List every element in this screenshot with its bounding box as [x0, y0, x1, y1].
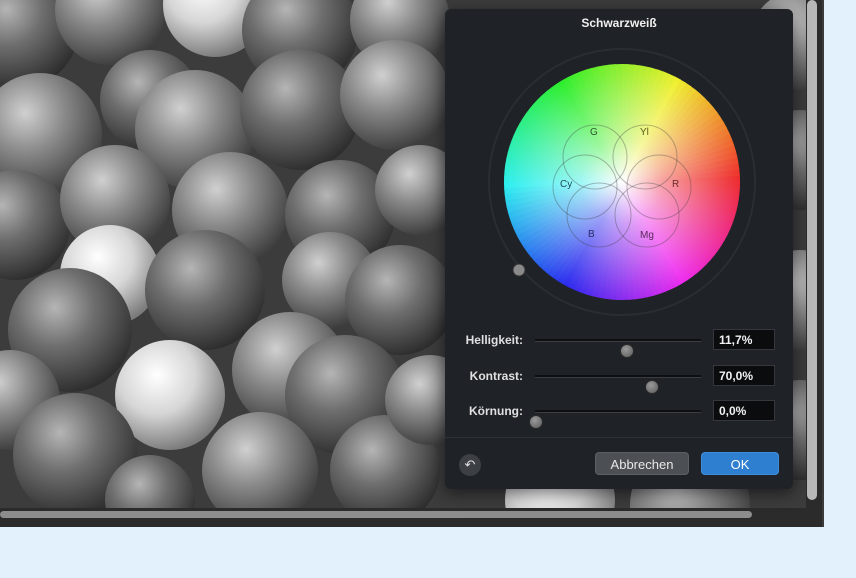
slider-row-grain: Körnung: 0,0%	[445, 400, 793, 429]
wheel-handle[interactable]	[512, 263, 526, 277]
wheel-label-green: G	[590, 127, 598, 138]
black-white-dialog: Schwarzweiß G Yl Cy R B Mg Helligkeit: 1…	[445, 9, 793, 489]
contrast-slider-knob[interactable]	[645, 380, 660, 394]
brightness-slider-track[interactable]	[535, 339, 701, 358]
grain-value-field[interactable]: 0,0%	[713, 400, 775, 421]
slider-row-contrast: Kontrast: 70,0%	[445, 365, 793, 394]
dialog-divider	[445, 437, 793, 438]
vertical-scrollbar[interactable]	[807, 0, 817, 500]
ok-button[interactable]: OK	[701, 452, 779, 475]
dialog-title: Schwarzweiß	[581, 16, 657, 30]
wheel-label-magenta: Mg	[640, 230, 654, 241]
horizontal-scrollbar[interactable]	[0, 511, 752, 518]
contrast-label: Kontrast:	[469, 369, 523, 383]
brightness-slider-knob[interactable]	[620, 344, 635, 358]
cancel-button[interactable]: Abbrechen	[595, 452, 689, 475]
grain-slider-knob[interactable]	[529, 415, 543, 429]
slider-row-brightness: Helligkeit: 11,7%	[445, 329, 793, 358]
grain-slider-track[interactable]	[529, 410, 701, 429]
grain-label: Körnung:	[469, 404, 523, 418]
brightness-label: Helligkeit:	[465, 333, 523, 347]
wheel-label-blue: B	[588, 229, 595, 240]
undo-arrow-icon: ↶	[464, 457, 476, 472]
color-wheel[interactable]: G Yl Cy R B Mg	[487, 47, 757, 317]
wheel-label-cyan: Cy	[560, 179, 572, 190]
brightness-value-field[interactable]: 11,7%	[713, 329, 775, 350]
reset-button[interactable]: ↶	[459, 454, 481, 476]
wheel-label-red: R	[672, 179, 679, 190]
contrast-value-field[interactable]: 70,0%	[713, 365, 775, 386]
contrast-slider-track[interactable]	[535, 375, 701, 394]
wheel-label-yellow: Yl	[640, 127, 649, 138]
